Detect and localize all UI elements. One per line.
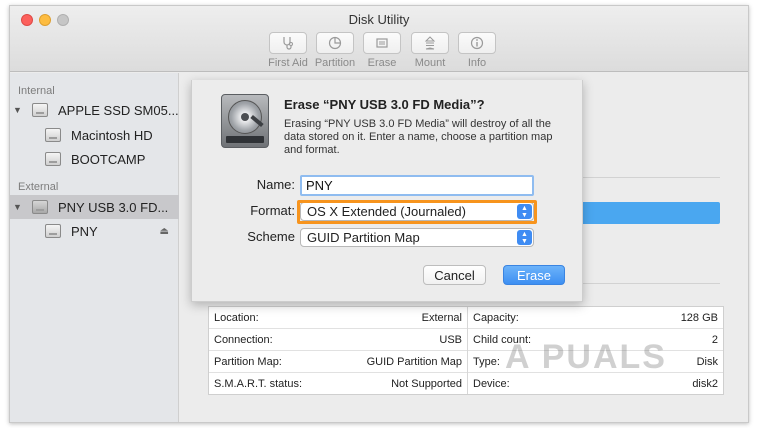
partition-button[interactable]: Partition (311, 32, 359, 69)
mount-button[interactable]: Mount (406, 32, 454, 69)
volume-icon (45, 128, 61, 142)
info-value: External (421, 311, 462, 324)
info-value: USB (439, 333, 462, 346)
hard-drive-icon (221, 94, 269, 148)
info-key: Device: (473, 378, 510, 390)
internal-drive-icon (32, 103, 48, 117)
cancel-button[interactable]: Cancel (423, 265, 486, 285)
erase-label: Erase (367, 57, 397, 69)
info-value: 128 GB (680, 311, 718, 324)
external-heading: External (18, 181, 59, 193)
erase-button-toolbar[interactable]: Erase (358, 32, 406, 69)
name-input[interactable] (300, 175, 534, 196)
info-row-capacity: Capacity: 128 GB (468, 307, 723, 329)
scheme-select[interactable]: GUID Partition Map ▲ ▼ (300, 228, 534, 247)
format-label: Format: (250, 203, 295, 218)
erase-icon (376, 38, 388, 48)
sidebar-item-apple-ssd[interactable]: ▼ APPLE SSD SM05... (10, 98, 179, 122)
sidebar-item-pny-usb[interactable]: ▼ PNY USB 3.0 FD... (10, 195, 179, 219)
disclosure-triangle-icon[interactable]: ▼ (13, 105, 22, 115)
sidebar-item-label: Macintosh HD (71, 127, 153, 143)
sidebar-item-label: PNY (71, 223, 98, 239)
info-key: Partition Map: (214, 355, 282, 368)
info-value: disk2 (692, 378, 718, 390)
stethoscope-icon (283, 37, 293, 50)
mount-label: Mount (414, 57, 446, 69)
mount-icon (424, 36, 436, 50)
sidebar-item-macintosh-hd[interactable]: Macintosh HD (10, 123, 179, 147)
divider (570, 177, 720, 178)
erase-dialog: Erase “PNY USB 3.0 FD Media”? Erasing “P… (191, 80, 583, 302)
sidebar-item-pny[interactable]: PNY ⏏ (10, 219, 179, 243)
info-key: Connection: (214, 333, 273, 346)
internal-heading: Internal (18, 85, 55, 97)
watermark: A PUALS (505, 338, 667, 376)
format-highlight-box (297, 200, 537, 224)
info-icon (470, 36, 484, 50)
info-value: Disk (696, 355, 718, 368)
volume-icon (45, 152, 61, 166)
info-key: Type: (473, 355, 500, 368)
name-label: Name: (256, 177, 295, 192)
info-row-partition-map: Partition Map: GUID Partition Map (209, 351, 467, 373)
disclosure-triangle-icon[interactable]: ▼ (13, 202, 22, 212)
info-label: Info (467, 57, 487, 69)
info-value: 2 (711, 333, 718, 346)
scheme-label: Scheme (247, 229, 295, 244)
pie-icon (328, 36, 342, 50)
divider (570, 283, 720, 284)
volume-icon (45, 224, 61, 238)
dialog-message: Erasing “PNY USB 3.0 FD Media” will dest… (284, 118, 553, 156)
title-bar: Disk Utility First Aid Partition Erase M… (10, 6, 748, 72)
erase-button[interactable]: Erase (503, 265, 565, 285)
eject-icon[interactable]: ⏏ (160, 226, 169, 237)
usage-bar (570, 202, 720, 224)
external-drive-icon (32, 200, 48, 214)
sidebar: Internal ▼ APPLE SSD SM05... Macintosh H… (10, 73, 179, 422)
info-row-smart-status: S.M.A.R.T. status: Not Supported (209, 373, 467, 395)
first-aid-label: First Aid (268, 57, 308, 69)
first-aid-button[interactable]: First Aid (264, 32, 312, 69)
info-row-location: Location: External (209, 307, 467, 329)
info-value: GUID Partition Map (366, 355, 462, 368)
dialog-title: Erase “PNY USB 3.0 FD Media”? (284, 97, 485, 112)
window-title: Disk Utility (348, 12, 410, 27)
info-key: Location: (214, 311, 259, 324)
info-button[interactable]: Info (453, 32, 501, 69)
sidebar-item-label: PNY USB 3.0 FD... (58, 199, 169, 215)
popup-stepper-icon: ▲ ▼ (517, 230, 532, 245)
sidebar-item-label: BOOTCAMP (71, 151, 146, 167)
info-key: S.M.A.R.T. status: (214, 378, 303, 390)
partition-label: Partition (314, 57, 356, 69)
sidebar-item-bootcamp[interactable]: BOOTCAMP (10, 147, 179, 171)
info-key: Capacity: (473, 311, 519, 324)
info-value: Not Supported (391, 378, 462, 390)
scheme-value: GUID Partition Map (307, 230, 420, 245)
sidebar-item-label: APPLE SSD SM05... (58, 102, 179, 118)
info-row-connection: Connection: USB (209, 329, 467, 351)
